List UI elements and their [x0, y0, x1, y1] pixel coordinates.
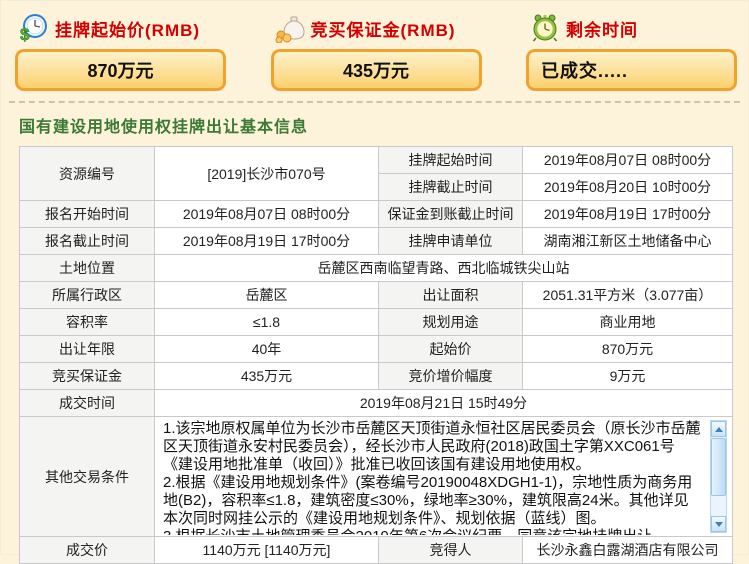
- remaining-time-value: 已成交.....: [526, 49, 737, 91]
- table-row: 报名开始时间 2019年08月07日 08时00分 保证金到账截止时间 2019…: [20, 201, 733, 228]
- signup-start-value: 2019年08月07日 08时00分: [155, 201, 379, 228]
- condition-paragraph: 2.根据《建设用地规划条件》(案卷编号20190048XDGH1-1)，宗地性质…: [163, 474, 703, 528]
- increment-value: 9万元: [523, 363, 733, 390]
- land-info-table: 资源编号 [2019]长沙市070号 挂牌起始时间 2019年08月07日 08…: [19, 146, 733, 564]
- location-label: 土地位置: [20, 255, 155, 282]
- land-listing-panel: $ 挂牌起始价(RMB) 870万元 竞买保证金(RMB: [0, 0, 749, 555]
- table-row: 容积率 ≤1.8 规划用途 商业用地: [20, 309, 733, 336]
- table-row: 土地位置 岳麓区西南临望青路、西北临城铁尖山站: [20, 255, 733, 282]
- money-bag-icon: [275, 13, 305, 43]
- applicant-value: 湖南湘江新区土地储备中心: [523, 228, 733, 255]
- increment-label: 竞价增价幅度: [379, 363, 523, 390]
- other-conditions-cell: 1.该宗地原权属单位为长沙市岳麓区天顶街道永恒社区居民委员会（原长沙市岳麓区天顶…: [155, 417, 733, 537]
- summary-remaining-time: 剩余时间 已成交.....: [526, 11, 737, 91]
- deposit-deadline-label: 保证金到账截止时间: [379, 201, 523, 228]
- deposit-label: 竞买保证金(RMB): [311, 16, 456, 41]
- arrow-up-icon: [715, 427, 723, 432]
- scrollbar[interactable]: [710, 420, 727, 533]
- start-price-row-label: 起始价: [379, 336, 523, 363]
- alarm-clock-icon: [530, 13, 560, 43]
- summary-row: $ 挂牌起始价(RMB) 870万元 竞买保证金(RMB: [1, 1, 748, 91]
- deposit-value: 435万元: [271, 49, 482, 91]
- table-row: 资源编号 [2019]长沙市070号 挂牌起始时间 2019年08月07日 08…: [20, 147, 733, 174]
- table-row: 报名截止时间 2019年08月19日 17时00分 挂牌申请单位 湖南湘江新区土…: [20, 228, 733, 255]
- location-value: 岳麓区西南临望青路、西北临城铁尖山站: [155, 255, 733, 282]
- summary-deposit: 竞买保证金(RMB) 435万元: [271, 11, 482, 91]
- winner-label: 竞得人: [379, 537, 523, 564]
- scroll-down-button[interactable]: [711, 516, 726, 532]
- listing-end-value: 2019年08月20日 10时00分: [523, 174, 733, 201]
- start-price-value: 870万元: [15, 49, 226, 91]
- district-value: 岳麓区: [155, 282, 379, 309]
- condition-paragraph: 1.该宗地原权属单位为长沙市岳麓区天顶街道永恒社区居民委员会（原长沙市岳麓区天顶…: [163, 420, 703, 474]
- area-value: 2051.31平方米（3.077亩）: [523, 282, 733, 309]
- table-row: 成交时间 2019年08月21日 15时49分: [20, 390, 733, 417]
- start-price-row-value: 870万元: [523, 336, 733, 363]
- applicant-label: 挂牌申请单位: [379, 228, 523, 255]
- term-value: 40年: [155, 336, 379, 363]
- clock-money-icon: $: [19, 13, 49, 43]
- resource-no-label: 资源编号: [20, 147, 155, 201]
- table-row: 所属行政区 岳麓区 出让面积 2051.31平方米（3.077亩）: [20, 282, 733, 309]
- signup-end-label: 报名截止时间: [20, 228, 155, 255]
- listing-start-value: 2019年08月07日 08时00分: [523, 147, 733, 174]
- deal-time-value: 2019年08月21日 15时49分: [155, 390, 733, 417]
- listing-start-label: 挂牌起始时间: [379, 147, 523, 174]
- winner-value: 长沙永鑫白露湖酒店有限公司: [523, 537, 733, 564]
- scroll-up-button[interactable]: [711, 421, 726, 437]
- arrow-down-icon: [715, 522, 723, 527]
- remaining-time-label: 剩余时间: [566, 16, 638, 41]
- dashed-divider: [9, 101, 740, 103]
- table-row: 竞买保证金 435万元 竞价增价幅度 9万元: [20, 363, 733, 390]
- condition-paragraph: 3.根据长沙市土地管理委员会2019年第6次会议纪要，同意该宗地挂牌出让: [163, 528, 703, 535]
- deal-time-label: 成交时间: [20, 390, 155, 417]
- svg-text:$: $: [20, 25, 30, 43]
- deal-price-label: 成交价: [20, 537, 155, 564]
- table-row: 成交价 1140万元 [1140万元] 竞得人 长沙永鑫白露湖酒店有限公司: [20, 537, 733, 564]
- term-label: 出让年限: [20, 336, 155, 363]
- scrollbar-thumb[interactable]: [711, 438, 726, 496]
- summary-start-price: $ 挂牌起始价(RMB) 870万元: [15, 11, 226, 91]
- signup-end-value: 2019年08月19日 17时00分: [155, 228, 379, 255]
- deposit-deadline-value: 2019年08月19日 17时00分: [523, 201, 733, 228]
- far-label: 容积率: [20, 309, 155, 336]
- signup-start-label: 报名开始时间: [20, 201, 155, 228]
- table-row: 其他交易条件 1.该宗地原权属单位为长沙市岳麓区天顶街道永恒社区居民委员会（原长…: [20, 417, 733, 537]
- listing-end-label: 挂牌截止时间: [379, 174, 523, 201]
- table-row: 出让年限 40年 起始价 870万元: [20, 336, 733, 363]
- resource-no-value: [2019]长沙市070号: [155, 147, 379, 201]
- page-title: 国有建设用地使用权挂牌出让基本信息: [19, 113, 748, 137]
- other-conditions-text: 1.该宗地原权属单位为长沙市岳麓区天顶街道永恒社区居民委员会（原长沙市岳麓区天顶…: [158, 418, 729, 535]
- start-price-label: 挂牌起始价(RMB): [55, 16, 200, 41]
- use-value: 商业用地: [523, 309, 733, 336]
- far-value: ≤1.8: [155, 309, 379, 336]
- deposit-row-label: 竞买保证金: [20, 363, 155, 390]
- other-conditions-scroll-area: 1.该宗地原权属单位为长沙市岳麓区天顶街道永恒社区居民委员会（原长沙市岳麓区天顶…: [158, 418, 729, 535]
- other-conditions-label: 其他交易条件: [20, 417, 155, 537]
- use-label: 规划用途: [379, 309, 523, 336]
- deal-price-value: 1140万元 [1140万元]: [155, 537, 379, 564]
- deposit-row-value: 435万元: [155, 363, 379, 390]
- district-label: 所属行政区: [20, 282, 155, 309]
- area-label: 出让面积: [379, 282, 523, 309]
